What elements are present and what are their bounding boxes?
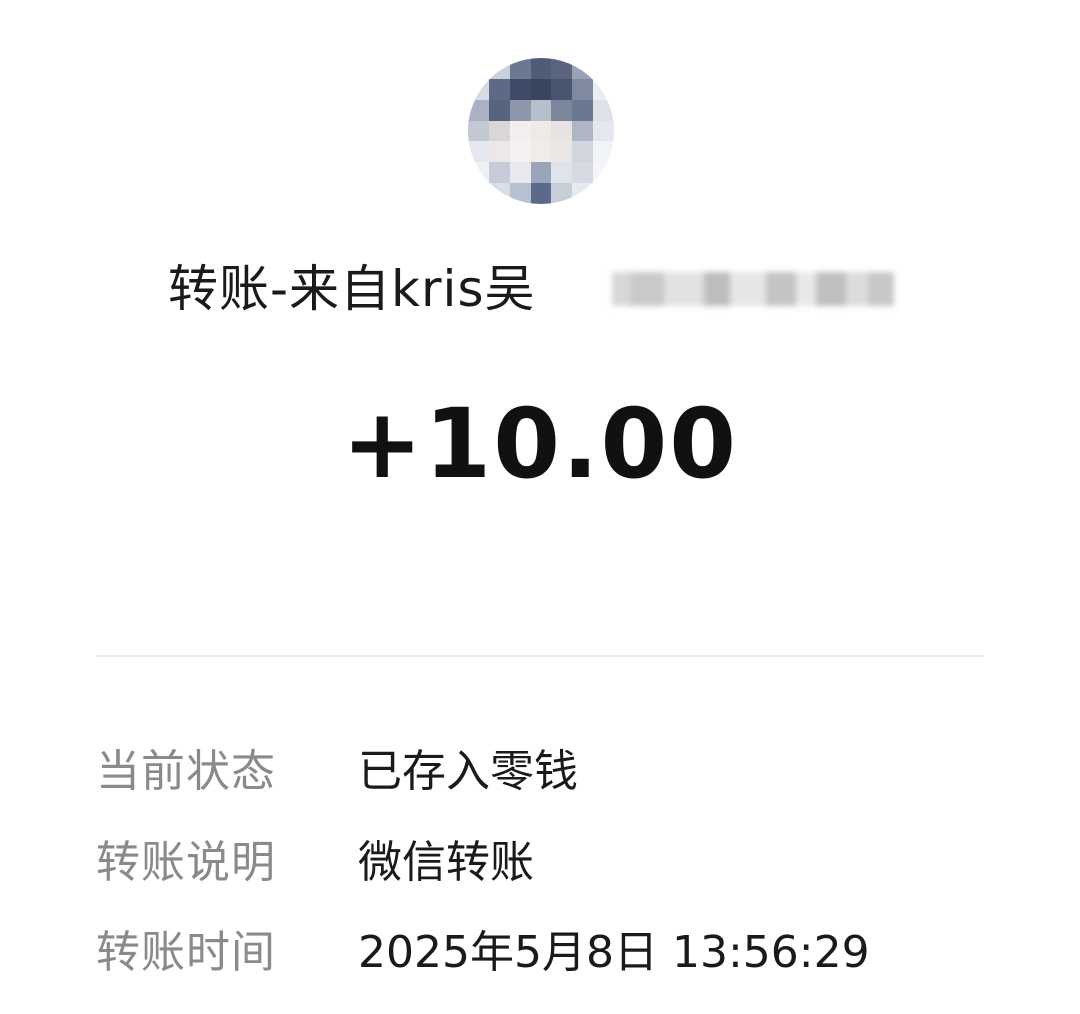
- status-label: 当前状态: [96, 746, 276, 797]
- transfer-title: 转账-来自kris吴: [168, 260, 536, 318]
- section-divider: [96, 655, 984, 657]
- detail-row-time: 转账时间 2025年5月8日 13:56:29: [96, 918, 870, 978]
- time-label: 转账时间: [96, 927, 276, 978]
- transfer-title-row: 转账-来自kris吴: [168, 250, 536, 320]
- status-value: 已存入零钱: [358, 746, 578, 797]
- detail-row-status: 当前状态 已存入零钱: [96, 737, 578, 797]
- time-value: 2025年5月8日 13:56:29: [358, 927, 870, 978]
- note-label: 转账说明: [96, 837, 276, 888]
- detail-row-note: 转账说明 微信转账: [96, 828, 534, 888]
- sender-avatar[interactable]: [468, 58, 614, 204]
- blurred-sender-remark: [612, 258, 902, 320]
- transfer-amount: +10.00: [341, 388, 739, 500]
- note-value: 微信转账: [358, 837, 534, 888]
- transfer-detail-page: 转账-来自kris吴 +10.00 当前状态 已存入零钱 转账说明 微信转账 转…: [0, 0, 1080, 1014]
